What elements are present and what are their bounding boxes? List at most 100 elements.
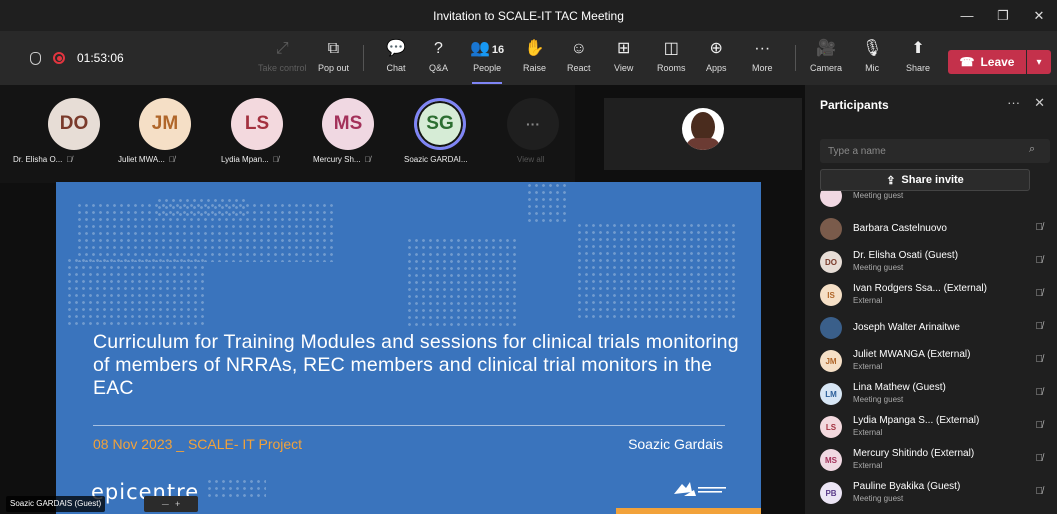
qa-button[interactable]: ? Q&A xyxy=(429,37,448,81)
react-button[interactable]: ☺ React xyxy=(567,37,591,81)
apps-button[interactable]: ⊕ Apps xyxy=(706,37,727,81)
participant-row[interactable]: IS Ivan Rodgers Ssa... (External) External… xyxy=(805,278,1057,311)
pop-out-button[interactable]: ⧉ Pop out xyxy=(318,37,349,81)
camera-button[interactable]: 🎥 Camera xyxy=(810,37,842,81)
mic-off-icon: 🎙̸ xyxy=(1035,420,1044,431)
avatar-sg-active-speaker[interactable]: SG xyxy=(414,98,466,150)
participant-row[interactable]: JM Juliet MWANGA (External) External 🎙̸ xyxy=(805,344,1057,377)
slide-divider xyxy=(93,425,725,426)
participant-row[interactable]: PB Pauline Byakika (Guest) Meeting guest 🎙̸ xyxy=(805,476,1057,509)
share-invite-icon: ⇪ xyxy=(886,174,896,187)
leave-button[interactable]: ☎ Leave xyxy=(948,50,1026,74)
participant-name: Soazic GARDAI... xyxy=(404,155,468,164)
chat-button[interactable]: 💬 Chat xyxy=(386,37,406,81)
participant-row[interactable]: MS Mercury Shitindo (External) External 🎙̸ xyxy=(805,443,1057,476)
close-panel-icon[interactable]: ✕ xyxy=(1034,95,1045,111)
presenter-name-tag: Soazic GARDAIS (Guest) xyxy=(6,496,106,512)
participant-name: Juliet MWANGA (External) xyxy=(853,349,971,360)
share-invite-button[interactable]: ⇪ Share invite xyxy=(820,169,1030,191)
camera-off-icon: 🎥 xyxy=(816,40,836,57)
participant-row[interactable]: LM Lina Mathew (Guest) Meeting guest 🎙̸ xyxy=(805,377,1057,410)
raise-hand-button[interactable]: ✋ Raise xyxy=(523,37,546,81)
meeting-stage: DO Dr. Elisha O... 🎙̸ JM Juliet MWA... 🎙̸ … xyxy=(0,85,805,514)
phone-hangup-icon: ☎ xyxy=(959,55,975,69)
slide-accent-bar xyxy=(616,508,761,514)
participant-name: Mercury Sh... 🎙̸ xyxy=(313,155,371,164)
title-bar: Invitation to SCALE-IT TAC Meeting — ❐ ✕ xyxy=(0,0,1057,31)
participant-row[interactable]: LS Lydia Mpanga S... (External) External 🎙̸ xyxy=(805,410,1057,443)
mic-button[interactable]: 🎙 Mic xyxy=(862,37,882,81)
add-icon[interactable]: + xyxy=(175,499,180,509)
participant-row[interactable]: Joseph Walter Arinaitwe 🎙̸ xyxy=(805,311,1057,344)
more-participants-icon[interactable]: ··· xyxy=(507,98,559,150)
participant-name: Lina Mathew (Guest) xyxy=(853,382,946,393)
participant-role: Meeting guest xyxy=(853,494,904,503)
pop-out-icon: ⧉ xyxy=(327,40,340,57)
map-dots-decoration xyxy=(156,197,246,217)
participant-name: Joseph Walter Arinaitwe xyxy=(853,322,960,333)
participant-role: External xyxy=(853,428,883,437)
participant-video-avatar xyxy=(682,108,724,150)
shield-icon xyxy=(30,51,41,65)
more-button[interactable]: ··· More xyxy=(752,37,773,81)
minimize-icon[interactable]: — xyxy=(949,0,985,31)
participants-panel: Participants ··· ✕ ⌕ ⇪ Share invite Meet… xyxy=(805,85,1057,514)
avatar-jm[interactable]: JM xyxy=(139,98,191,150)
mic-off-icon: 🎙̸ xyxy=(1035,321,1044,332)
search-icon: ⌕ xyxy=(1029,143,1036,155)
logo-map-decoration xyxy=(206,478,266,500)
rooms-button[interactable]: ◫ Rooms xyxy=(657,37,686,81)
raise-hand-icon: ✋ xyxy=(524,40,545,57)
leave-options-chevron-icon[interactable]: ▾ xyxy=(1027,50,1051,74)
avatar-ms[interactable]: MS xyxy=(322,98,374,150)
close-window-icon[interactable]: ✕ xyxy=(1021,0,1057,31)
participant-role: Meeting guest xyxy=(853,395,904,404)
view-all-link[interactable]: View all xyxy=(517,155,544,164)
people-button[interactable]: 👥 16 People xyxy=(470,37,504,84)
participant-role: External xyxy=(853,362,883,371)
stop-icon[interactable]: ⏤ xyxy=(162,499,169,510)
window-title: Invitation to SCALE-IT TAC Meeting xyxy=(433,8,624,23)
toolbar-divider xyxy=(363,45,364,71)
maximize-icon[interactable]: ❐ xyxy=(985,0,1021,31)
map-dots-decoration xyxy=(406,237,516,327)
participant-avatar: DO xyxy=(820,251,842,273)
participant-name: Ivan Rodgers Ssa... (External) xyxy=(853,283,987,294)
map-dots-decoration xyxy=(66,257,206,327)
participant-row[interactable]: Barbara Castelnuovo 🎙̸ xyxy=(805,212,1057,245)
participant-row[interactable]: DO Dr. Elisha Osati (Guest) Meeting guest 🎙… xyxy=(805,245,1057,278)
slide-title: Curriculum for Training Modules and sess… xyxy=(93,331,739,399)
view-button[interactable]: ⊞ View xyxy=(614,37,633,81)
take-control-icon: ⤢ xyxy=(275,40,289,57)
search-participants-input[interactable] xyxy=(820,139,1050,163)
more-options-icon[interactable]: ··· xyxy=(1007,95,1020,111)
participant-avatar: MS xyxy=(820,449,842,471)
participant-role: External xyxy=(853,296,883,305)
chat-icon: 💬 xyxy=(386,40,406,57)
share-button[interactable]: ⬆ Share xyxy=(906,37,930,81)
participant-avatar xyxy=(820,191,842,207)
participant-strip: DO Dr. Elisha O... 🎙̸ JM Juliet MWA... 🎙̸ … xyxy=(0,85,575,183)
take-control-button[interactable]: ⤢ Take control xyxy=(258,37,307,81)
window-controls: — ❐ ✕ xyxy=(949,0,1057,31)
slide-controls[interactable]: ⏤ + xyxy=(144,496,198,512)
avatar-do[interactable]: DO xyxy=(48,98,100,150)
participant-name: Dr. Elisha O... 🎙̸ xyxy=(13,155,73,164)
participant-avatar xyxy=(820,317,842,339)
participant-row[interactable]: Meeting guest xyxy=(805,191,1057,212)
react-icon: ☺ xyxy=(570,40,587,57)
rooms-icon: ◫ xyxy=(663,40,679,57)
participant-avatar: IS xyxy=(820,284,842,306)
mic-off-icon: 🎙̸ xyxy=(1035,486,1044,497)
meeting-timer: 01:53:06 xyxy=(77,51,124,65)
participant-video-tile[interactable] xyxy=(604,98,802,170)
recording-icon xyxy=(53,52,65,64)
mic-off-icon: 🎙̸ xyxy=(364,155,371,164)
msf-logo xyxy=(674,482,726,496)
participant-role: Meeting guest xyxy=(853,263,904,272)
toolbar-divider xyxy=(795,45,796,71)
avatar-ls[interactable]: LS xyxy=(231,98,283,150)
participant-avatar xyxy=(820,218,842,240)
mic-off-icon: 🎙̸ xyxy=(1035,354,1044,365)
view-icon: ⊞ xyxy=(616,40,631,57)
